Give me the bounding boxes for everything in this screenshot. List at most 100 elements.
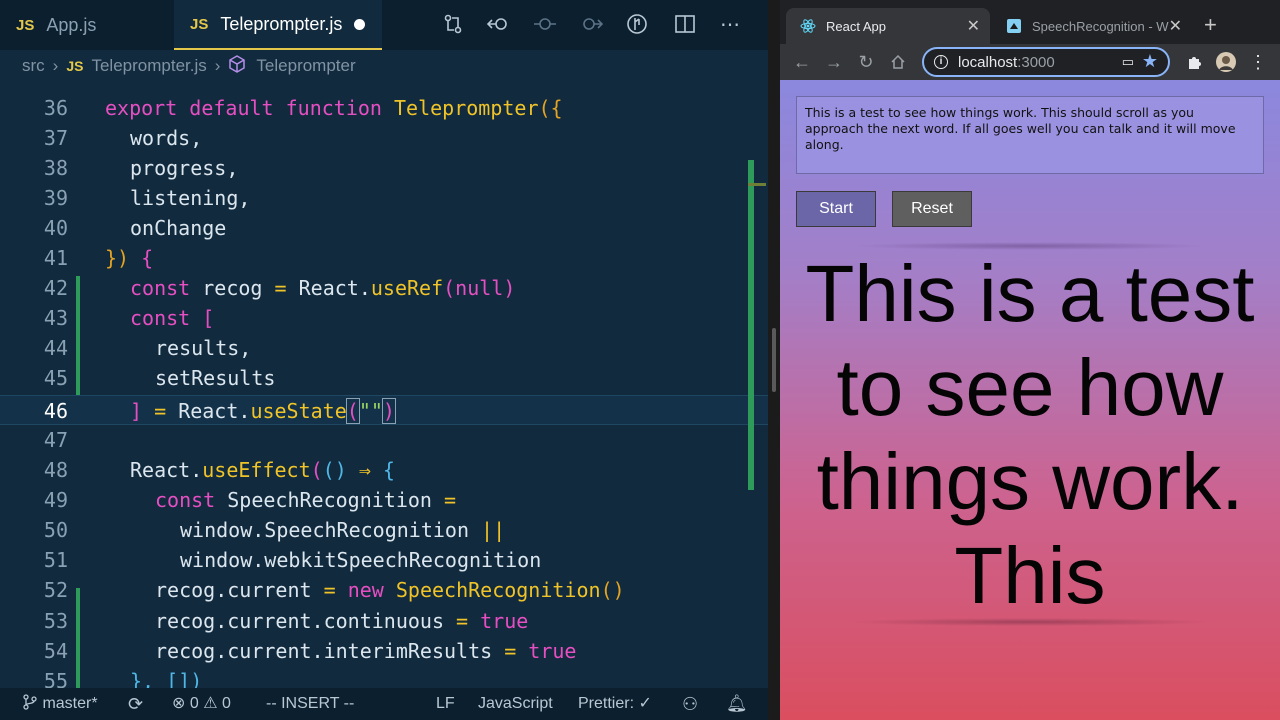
breadcrumb: src › JS Teleprompter.js › Teleprompter	[22, 52, 356, 80]
breadcrumb-symbol[interactable]: Teleprompter	[256, 56, 355, 76]
line-number: 49	[43, 488, 68, 512]
line-number: 42	[43, 276, 68, 300]
bookmark-star-icon[interactable]: ★	[1142, 51, 1158, 72]
unsaved-dot-icon[interactable]	[354, 18, 366, 30]
code-editor: JS App.js JS Teleprompter.js ⋯ src › JS …	[0, 0, 768, 720]
line-number: 39	[43, 186, 68, 210]
line-number: 48	[43, 458, 68, 482]
browser-toolbar: ← → ↻ i localhost:3000 ▭ ★ ⋮	[780, 44, 1280, 80]
site-info-icon[interactable]: i	[934, 55, 948, 69]
browser-tab-speech-recognition[interactable]: SpeechRecognition - W ✕	[992, 8, 1192, 44]
code-text: ] = React.useState("")	[130, 398, 396, 424]
breadcrumb-folder[interactable]: src	[22, 56, 45, 76]
close-tab-icon[interactable]: ✕	[1169, 16, 1182, 36]
url-port: :3000	[1017, 53, 1055, 71]
breadcrumb-file[interactable]: Teleprompter.js	[91, 56, 206, 76]
code-line: 49 const SpeechRecognition =	[0, 485, 768, 515]
branch-status[interactable]: master*	[22, 688, 98, 720]
code-line: 54 recog.current.interimResults = true	[0, 636, 768, 666]
line-number: 53	[43, 609, 68, 633]
tab-app-js[interactable]: JS App.js	[16, 0, 96, 50]
cursor-position-marker	[748, 183, 766, 186]
code-text: recog.current.interimResults = true	[155, 639, 577, 663]
code-line: 52 recog.current = new SpeechRecognition…	[0, 575, 768, 605]
tab-label: Teleprompter.js	[220, 13, 343, 34]
notifications-bell-icon[interactable]: 🔔︎	[726, 688, 748, 720]
code-line: 38 progress,	[0, 153, 768, 183]
git-lens-icon[interactable]	[625, 13, 649, 37]
js-file-icon: JS	[66, 58, 84, 74]
close-tab-icon[interactable]: ✕	[967, 16, 980, 36]
live-share-icon[interactable]: ⚇	[682, 688, 698, 720]
code-line: 44 results,	[0, 333, 768, 363]
script-textarea[interactable]: This is a test to see how things work. T…	[796, 96, 1264, 174]
split-editor-icon[interactable]	[673, 13, 697, 37]
window-splitter[interactable]	[768, 0, 780, 720]
line-number: 43	[43, 306, 68, 330]
code-line: 41 }) {	[0, 243, 768, 273]
git-branch-icon	[23, 694, 37, 710]
reset-button[interactable]: Reset	[892, 191, 972, 227]
warning-icon: ⚠	[203, 695, 218, 712]
browser-tab-title: SpeechRecognition - W	[1032, 18, 1169, 34]
code-line: 37 words,	[0, 123, 768, 153]
line-number: 44	[43, 336, 68, 360]
install-app-icon[interactable]: ▭	[1122, 54, 1134, 70]
go-forward-icon[interactable]	[579, 13, 604, 37]
code-text: const recog = React.useRef(null)	[130, 276, 516, 300]
current-code-line: 46 ] = React.useState("")	[0, 395, 768, 425]
line-number: 45	[43, 366, 68, 390]
browser-window: React App ✕ SpeechRecognition - W ✕ + ← …	[780, 0, 1280, 720]
code-line: 36 export default function Teleprompter(…	[0, 93, 768, 123]
code-line: 40 onChange	[0, 213, 768, 243]
sync-icon[interactable]: ⟳	[128, 688, 143, 720]
splitter-handle[interactable]	[772, 328, 776, 392]
line-number: 46	[43, 399, 68, 423]
code-text: React.useEffect(() ⇒ {	[130, 458, 395, 482]
line-number: 47	[43, 428, 68, 452]
home-icon[interactable]	[886, 50, 910, 74]
code-text: }, [])	[130, 669, 203, 688]
code-text: recog.current = new SpeechRecognition()	[155, 578, 625, 602]
new-tab-icon[interactable]: +	[1204, 12, 1217, 38]
branch-name: master*	[42, 695, 98, 712]
extensions-puzzle-icon[interactable]	[1182, 50, 1206, 74]
code-line: 43 const [	[0, 303, 768, 333]
tab-teleprompter-js[interactable]: JS Teleprompter.js	[174, 0, 382, 50]
compare-changes-icon[interactable]	[441, 13, 465, 37]
line-number: 54	[43, 639, 68, 663]
line-ending[interactable]: LF	[436, 688, 455, 720]
reload-icon[interactable]: ↻	[854, 50, 878, 74]
code-line: 51 window.webkitSpeechRecognition	[0, 545, 768, 575]
more-actions-icon[interactable]: ⋯	[718, 13, 742, 37]
address-bar[interactable]: i localhost:3000 ▭ ★	[922, 47, 1170, 77]
code-area[interactable]: 36 export default function Teleprompter(…	[0, 80, 768, 688]
browser-tab-title: React App	[826, 18, 886, 34]
language-mode[interactable]: JavaScript	[478, 688, 553, 720]
url-host: localhost	[958, 53, 1018, 71]
js-file-icon: JS	[190, 15, 209, 33]
profile-avatar[interactable]	[1214, 50, 1238, 74]
go-back-icon[interactable]	[486, 13, 511, 37]
code-text: }) {	[105, 246, 154, 270]
browser-tab-react-app[interactable]: React App ✕	[786, 8, 990, 44]
back-arrow-icon[interactable]: ←	[790, 50, 814, 74]
forward-arrow-icon[interactable]: →	[822, 50, 846, 74]
line-number: 51	[43, 548, 68, 572]
commit-icon[interactable]	[533, 13, 557, 37]
symbol-cube-icon	[228, 54, 246, 78]
error-icon: ⊗	[172, 695, 186, 712]
tab-label: App.js	[46, 14, 97, 35]
code-line: 50 window.SpeechRecognition ||	[0, 515, 768, 545]
problems-status[interactable]: ⊗ 0 ⚠ 0	[172, 688, 231, 720]
chevron-right-icon: ›	[214, 56, 221, 75]
prettier-status[interactable]: Prettier: ✓	[578, 688, 652, 720]
teleprompter-display: This is a test to see how things work. T…	[805, 249, 1255, 619]
start-button[interactable]: Start	[796, 191, 876, 227]
browser-menu-icon[interactable]: ⋮	[1246, 50, 1270, 74]
code-line: 42 const recog = React.useRef(null)	[0, 273, 768, 303]
code-text: setResults	[155, 366, 276, 390]
code-text: words,	[130, 126, 203, 150]
code-text: results,	[155, 336, 252, 360]
vertical-scrollbar[interactable]	[748, 160, 754, 490]
